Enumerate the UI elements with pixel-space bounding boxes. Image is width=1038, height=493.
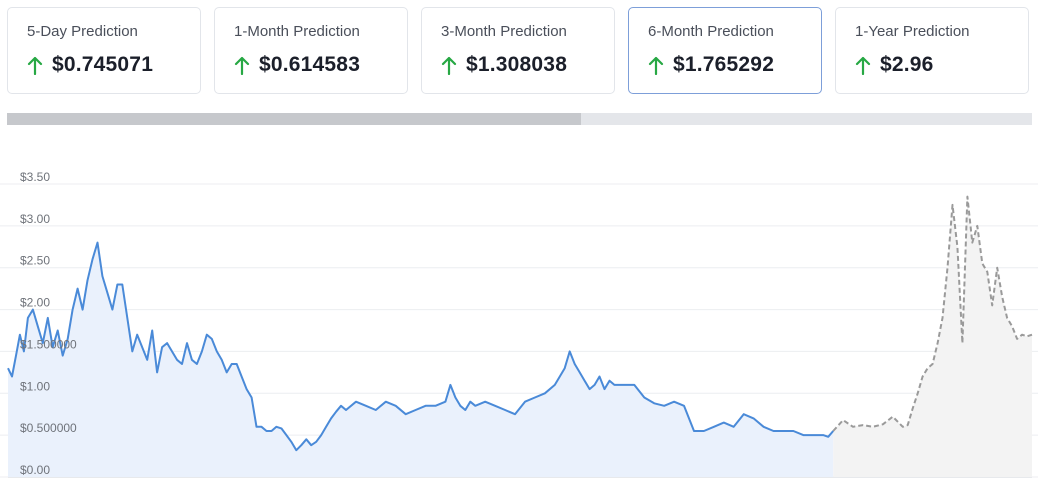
prediction-card-3-month[interactable]: 3-Month Prediction $1.308038: [421, 7, 615, 94]
arrow-up-icon: [855, 56, 871, 75]
prediction-card-1-year[interactable]: 1-Year Prediction $2.96: [835, 7, 1029, 94]
prediction-card-6-month[interactable]: 6-Month Prediction $1.765292: [628, 7, 822, 94]
horizontal-scrollbar[interactable]: [7, 113, 1032, 125]
forecast-area: [833, 196, 1032, 477]
prediction-value: $0.745071: [52, 53, 154, 76]
chart-areas: [8, 196, 1032, 477]
prediction-cards: 5-Day Prediction $0.745071 1-Month Predi…: [7, 7, 1029, 94]
y-tick-label: $0.500000: [20, 421, 77, 435]
prediction-label: 5-Day Prediction: [27, 23, 138, 40]
prediction-value: $0.614583: [259, 53, 361, 76]
price-chart: $0.00 $0.500000 $1.00 $1.500000 $2.00 $2.50 $3…: [0, 170, 1038, 478]
historical-area: [8, 242, 834, 477]
y-tick-label: $0.00: [20, 463, 50, 477]
prediction-label: 6-Month Prediction: [648, 23, 774, 40]
prediction-label: 1-Year Prediction: [855, 23, 970, 40]
y-tick-label: $2.00: [20, 296, 50, 310]
y-tick-label: $1.500000: [20, 337, 77, 351]
prediction-label: 1-Month Prediction: [234, 23, 360, 40]
y-tick-label: $2.50: [20, 254, 50, 268]
y-tick-label: $3.00: [20, 212, 50, 226]
prediction-value: $1.308038: [466, 53, 568, 76]
y-tick-label: $3.50: [20, 170, 50, 184]
prediction-card-1-month[interactable]: 1-Month Prediction $0.614583: [214, 7, 408, 94]
y-tick-label: $1.00: [20, 379, 50, 393]
arrow-up-icon: [441, 56, 457, 75]
prediction-label: 3-Month Prediction: [441, 23, 567, 40]
arrow-up-icon: [234, 56, 250, 75]
prediction-value: $1.765292: [673, 53, 775, 76]
prediction-card-5-day[interactable]: 5-Day Prediction $0.745071: [7, 7, 201, 94]
arrow-up-icon: [648, 56, 664, 75]
scrollbar-thumb[interactable]: [7, 113, 581, 125]
arrow-up-icon: [27, 56, 43, 75]
prediction-value: $2.96: [880, 53, 934, 76]
